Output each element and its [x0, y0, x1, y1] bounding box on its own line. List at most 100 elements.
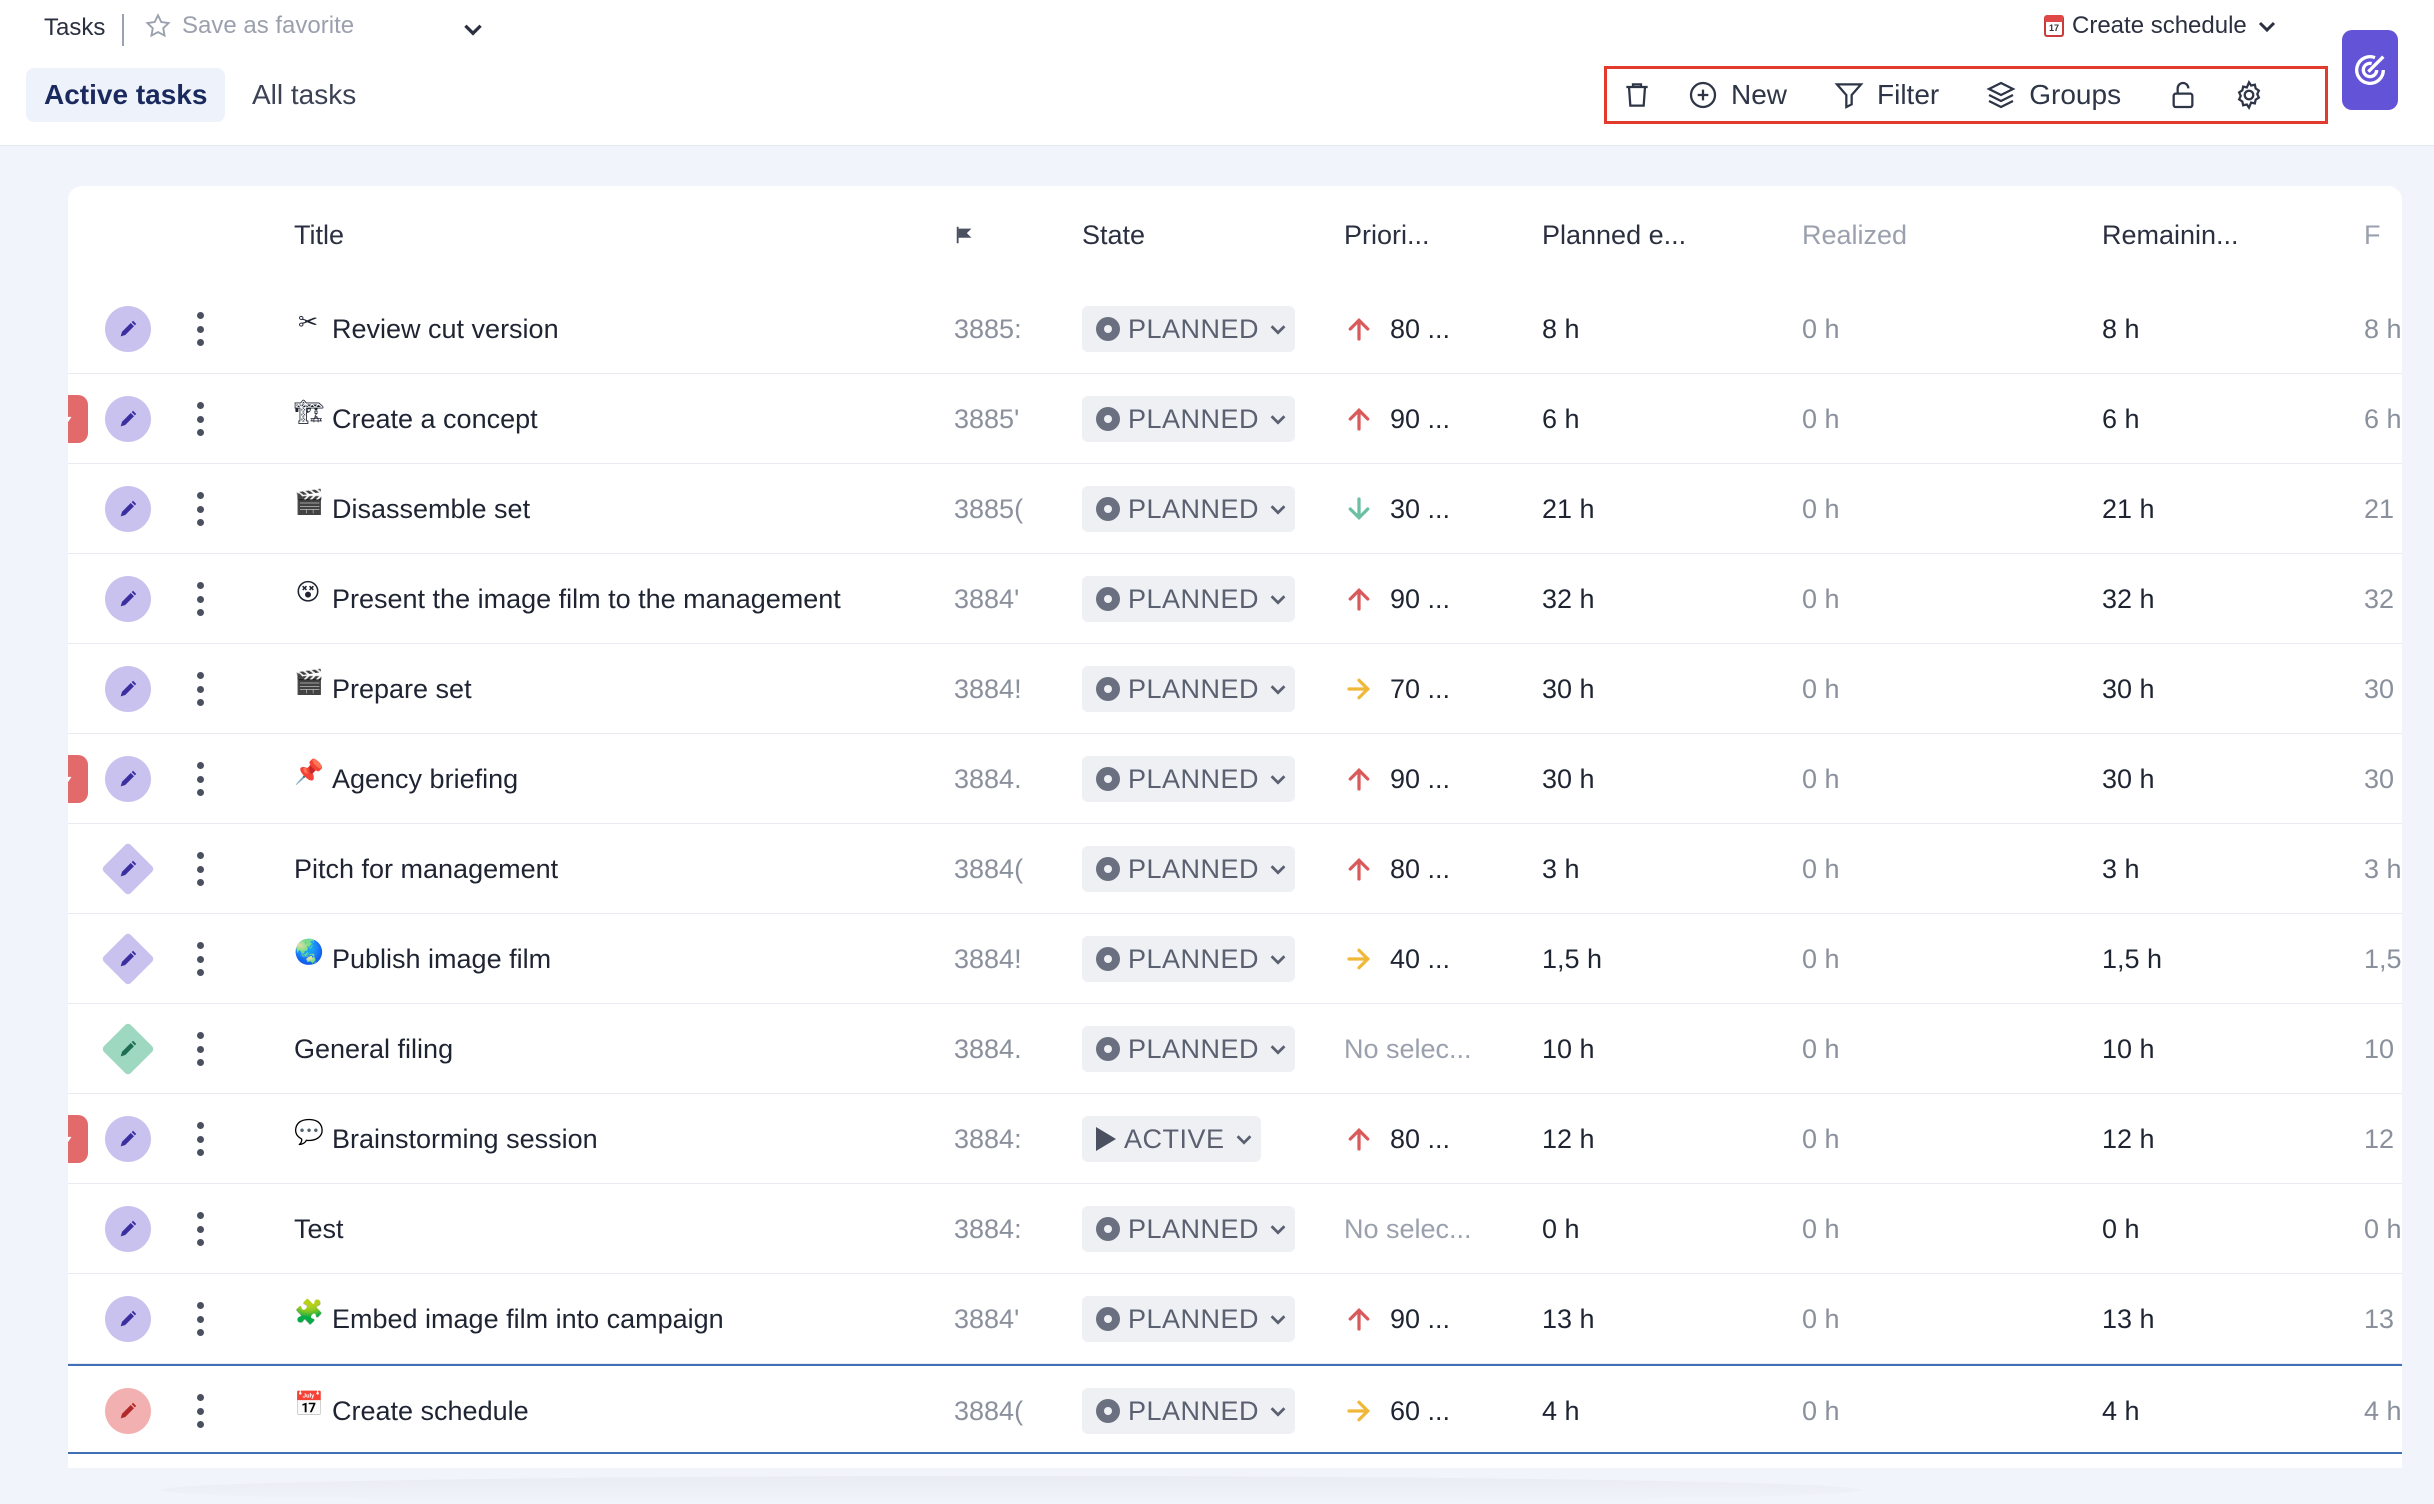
task-type-edit-button[interactable]	[105, 576, 151, 622]
table-row[interactable]: 💬 Brainstorming session 3884: ACTIVE 80 ... 1…	[68, 1094, 2402, 1184]
priority-cell[interactable]: 90 ...	[1344, 1274, 1494, 1364]
task-title[interactable]: General filing	[294, 1004, 974, 1094]
settings-button[interactable]	[2233, 79, 2265, 111]
task-title[interactable]: 📅 Create schedule	[294, 1366, 974, 1456]
task-title[interactable]: 💬 Brainstorming session	[294, 1094, 974, 1184]
task-title[interactable]: ✂ Review cut version	[294, 284, 974, 374]
row-menu-button[interactable]	[190, 760, 210, 798]
state-dropdown[interactable]: PLANNED	[1082, 1026, 1296, 1072]
planned-effort[interactable]: 4 h	[1542, 1366, 1742, 1456]
task-type-edit-button[interactable]	[105, 1388, 151, 1434]
state-dropdown[interactable]: PLANNED	[1082, 936, 1296, 982]
save-favorite-button[interactable]: Save as favorite	[144, 12, 354, 40]
priority-cell[interactable]: 70 ...	[1344, 644, 1494, 734]
new-button[interactable]: New	[1687, 79, 1787, 111]
planned-effort[interactable]: 3 h	[1542, 824, 1742, 914]
column-realized[interactable]: Realized	[1802, 220, 1907, 251]
state-dropdown[interactable]: PLANNED	[1082, 666, 1296, 712]
table-row[interactable]: Pitch for management 3884(PLANNED 80 ... 3 …	[68, 824, 2402, 914]
task-title[interactable]: 🌏 Publish image film	[294, 914, 974, 1004]
column-priority[interactable]: Priori...	[1344, 220, 1430, 251]
task-title[interactable]: Test	[294, 1184, 974, 1274]
planned-effort[interactable]: 32 h	[1542, 554, 1742, 644]
tab-all-tasks[interactable]: All tasks	[234, 68, 374, 122]
state-dropdown[interactable]: PLANNED	[1082, 396, 1296, 442]
table-row[interactable]: 🏗 Create a concept 3885' PLANNED 90 ... 6 h 0 …	[68, 374, 2402, 464]
table-row[interactable]: 🧩 Embed image film into campaign 3884' PLAN…	[68, 1274, 2402, 1364]
task-type-edit-button[interactable]	[105, 756, 151, 802]
groups-button[interactable]: Groups	[1985, 79, 2121, 111]
column-title[interactable]: Title	[294, 220, 344, 251]
task-title[interactable]: 🎬 Disassemble set	[294, 464, 974, 554]
priority-cell[interactable]: No selec...	[1344, 1184, 1494, 1274]
planned-effort[interactable]: 21 h	[1542, 464, 1742, 554]
table-row[interactable]: 📅 Create schedule 3884(PLANNED 60 ... 4 h 0 h…	[68, 1364, 2402, 1454]
planned-effort[interactable]: 0 h	[1542, 1184, 1742, 1274]
planned-effort[interactable]: 30 h	[1542, 734, 1742, 824]
priority-cell[interactable]: 60 ...	[1344, 1366, 1494, 1456]
assistant-button[interactable]	[2342, 30, 2398, 110]
state-dropdown[interactable]: PLANNED	[1082, 846, 1296, 892]
priority-cell[interactable]: 80 ...	[1344, 284, 1494, 374]
tab-active-tasks[interactable]: Active tasks	[26, 68, 226, 122]
flag-icon[interactable]	[954, 224, 976, 246]
column-state[interactable]: State	[1082, 220, 1145, 251]
task-type-edit-button[interactable]	[105, 1296, 151, 1342]
planned-effort[interactable]: 10 h	[1542, 1004, 1742, 1094]
priority-cell[interactable]: No selec...	[1344, 1004, 1494, 1094]
task-type-edit-button[interactable]	[105, 1206, 151, 1252]
task-type-edit-button[interactable]	[105, 396, 151, 442]
priority-cell[interactable]: 40 ...	[1344, 914, 1494, 1004]
task-type-edit-button[interactable]	[101, 1022, 155, 1076]
priority-cell[interactable]: 90 ...	[1344, 374, 1494, 464]
row-menu-button[interactable]	[190, 940, 210, 978]
task-title[interactable]: 🧩 Embed image film into campaign	[294, 1274, 974, 1364]
table-row[interactable]: 🎬 Prepare set 3884! PLANNED 70 ... 30 h 0 h 30 …	[68, 644, 2402, 734]
priority-cell[interactable]: 90 ...	[1344, 734, 1494, 824]
table-row[interactable]: 🎬 Disassemble set 3885(PLANNED 30 ... 21 h 0 …	[68, 464, 2402, 554]
task-title[interactable]: 🎬 Prepare set	[294, 644, 974, 734]
task-title[interactable]: 📌 Agency briefing	[294, 734, 974, 824]
state-dropdown[interactable]: PLANNED	[1082, 1388, 1296, 1434]
state-dropdown[interactable]: PLANNED	[1082, 486, 1296, 532]
priority-cell[interactable]: 80 ...	[1344, 1094, 1494, 1184]
priority-cell[interactable]: 90 ...	[1344, 554, 1494, 644]
task-type-edit-button[interactable]	[105, 666, 151, 712]
row-menu-button[interactable]	[190, 400, 210, 438]
task-title[interactable]: Pitch for management	[294, 824, 974, 914]
planned-effort[interactable]: 13 h	[1542, 1274, 1742, 1364]
planned-effort[interactable]: 12 h	[1542, 1094, 1742, 1184]
table-row[interactable]: General filing 3884. PLANNED No selec... 10 …	[68, 1004, 2402, 1094]
priority-cell[interactable]: 30 ...	[1344, 464, 1494, 554]
state-dropdown[interactable]: PLANNED	[1082, 756, 1296, 802]
task-title[interactable]: 😵 Present the image film to the managemen…	[294, 554, 974, 644]
state-dropdown[interactable]: PLANNED	[1082, 1296, 1296, 1342]
chevron-down-icon[interactable]	[460, 16, 486, 42]
row-menu-button[interactable]	[190, 1210, 210, 1248]
delete-button[interactable]	[1621, 79, 1653, 111]
table-row[interactable]: Test 3884: PLANNED No selec... 0 h 0 h 0 h 0 h	[68, 1184, 2402, 1274]
planned-effort[interactable]: 8 h	[1542, 284, 1742, 374]
task-type-edit-button[interactable]	[105, 1116, 151, 1162]
column-remaining[interactable]: Remainin...	[2102, 220, 2239, 251]
planned-effort[interactable]: 6 h	[1542, 374, 1742, 464]
task-type-edit-button[interactable]	[101, 932, 155, 986]
row-menu-button[interactable]	[190, 670, 210, 708]
column-planned-effort[interactable]: Planned e...	[1542, 220, 1686, 251]
row-menu-button[interactable]	[190, 1030, 210, 1068]
column-extra[interactable]: F	[2364, 220, 2381, 251]
row-menu-button[interactable]	[190, 1120, 210, 1158]
row-menu-button[interactable]	[190, 490, 210, 528]
table-row[interactable]: 😵 Present the image film to the managemen…	[68, 554, 2402, 644]
state-dropdown[interactable]: PLANNED	[1082, 576, 1296, 622]
lock-button[interactable]	[2167, 79, 2199, 111]
create-schedule-dropdown[interactable]: 17 Create schedule	[2044, 12, 2279, 40]
task-type-edit-button[interactable]	[105, 486, 151, 532]
task-title[interactable]: 🏗 Create a concept	[294, 374, 974, 464]
breadcrumb[interactable]: Tasks	[44, 14, 105, 42]
row-menu-button[interactable]	[190, 1392, 210, 1430]
table-row[interactable]: 📌 Agency briefing 3884. PLANNED 90 ... 30 h 0 …	[68, 734, 2402, 824]
row-menu-button[interactable]	[190, 1300, 210, 1338]
row-menu-button[interactable]	[190, 580, 210, 618]
priority-cell[interactable]: 80 ...	[1344, 824, 1494, 914]
